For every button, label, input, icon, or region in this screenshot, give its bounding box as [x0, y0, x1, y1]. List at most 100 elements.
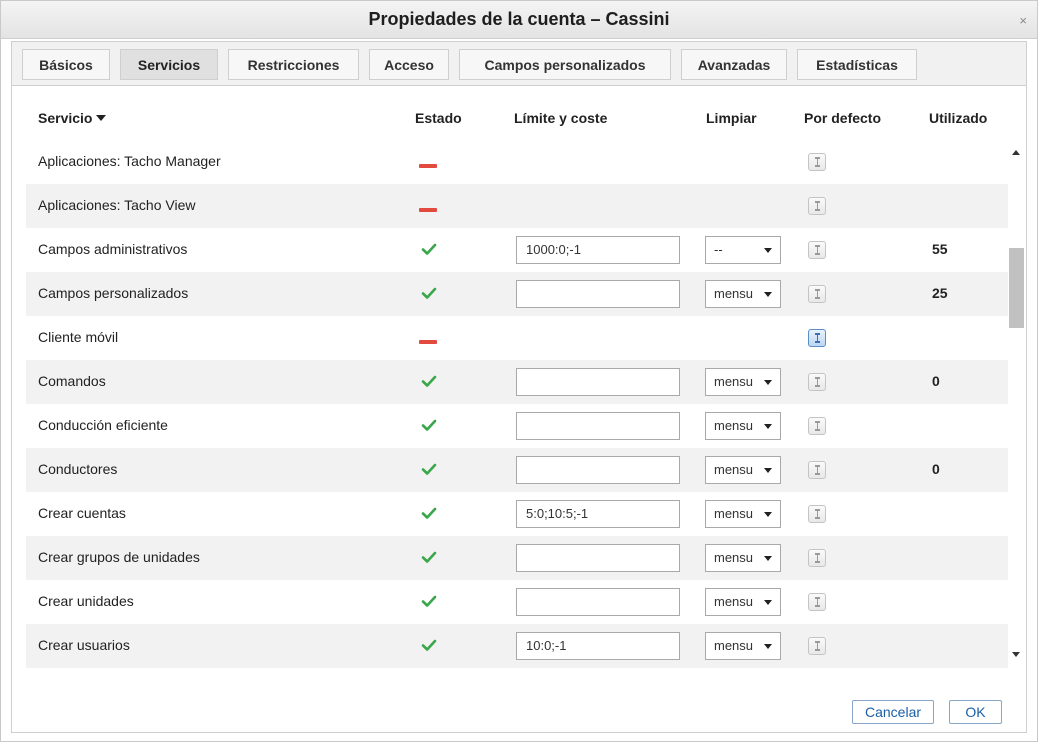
chevron-down-icon — [764, 248, 772, 253]
default-toggle-icon[interactable] — [808, 593, 826, 611]
scroll-up-icon[interactable] — [1012, 150, 1020, 155]
sort-down-icon — [96, 115, 107, 121]
tab-avanzadas[interactable]: Avanzadas — [681, 49, 787, 80]
default-toggle-icon[interactable] — [808, 637, 826, 655]
used-count: 0 — [932, 461, 940, 477]
limit-input[interactable] — [516, 368, 680, 396]
info-glyph-icon — [815, 201, 820, 211]
used-count: 0 — [932, 373, 940, 389]
used-count: 25 — [932, 285, 948, 301]
reset-select[interactable]: mensu — [705, 368, 781, 396]
tab-servicios[interactable]: Servicios — [120, 49, 218, 80]
table-row: Crear usuarios 10:0;-1 mensu — [26, 624, 1008, 668]
check-icon[interactable] — [420, 416, 438, 434]
limit-input[interactable] — [516, 544, 680, 572]
default-toggle-icon[interactable] — [808, 285, 826, 303]
reset-select[interactable]: mensu — [705, 588, 781, 616]
default-toggle-icon[interactable] — [808, 241, 826, 259]
close-icon[interactable]: × — [1019, 13, 1027, 28]
info-glyph-icon — [815, 245, 820, 255]
service-name: Crear usuarios — [38, 637, 130, 653]
reset-select-value: mensu — [714, 638, 754, 653]
check-icon[interactable] — [420, 504, 438, 522]
default-toggle-icon[interactable] — [808, 329, 826, 347]
table-row: Cliente móvil — [26, 316, 1008, 360]
reset-select[interactable]: mensu — [705, 500, 781, 528]
default-toggle-icon[interactable] — [808, 417, 826, 435]
service-name: Aplicaciones: Tacho Manager — [38, 153, 221, 169]
header-service[interactable]: Servicio — [38, 110, 107, 126]
reset-select[interactable]: mensu — [705, 632, 781, 660]
check-icon[interactable] — [420, 240, 438, 258]
service-name: Conductores — [38, 461, 118, 477]
check-icon[interactable] — [420, 372, 438, 390]
tab-acceso[interactable]: Acceso — [369, 49, 449, 80]
scroll-thumb[interactable] — [1009, 248, 1024, 328]
reset-select[interactable]: mensu — [705, 456, 781, 484]
info-glyph-icon — [815, 421, 820, 431]
header-reset: Limpiar — [706, 110, 757, 126]
table-row: Crear unidades mensu — [26, 580, 1008, 624]
table-row: Conductores mensu 0 — [26, 448, 1008, 492]
dash-icon[interactable] — [419, 208, 437, 212]
default-toggle-icon[interactable] — [808, 505, 826, 523]
services-table: Aplicaciones: Tacho Manager Aplicaciones:… — [26, 140, 1008, 669]
service-name: Conducción eficiente — [38, 417, 168, 433]
dash-icon[interactable] — [419, 340, 437, 344]
reset-select[interactable]: mensu — [705, 544, 781, 572]
default-toggle-icon[interactable] — [808, 461, 826, 479]
limit-input[interactable] — [516, 588, 680, 616]
tab-restricciones[interactable]: Restricciones — [228, 49, 359, 80]
dialog-titlebar[interactable]: Propiedades de la cuenta – Cassini × — [1, 1, 1037, 39]
chevron-down-icon — [764, 380, 772, 385]
services-panel: Servicio Estado Límite y coste Limpiar P… — [11, 85, 1027, 733]
limit-input[interactable] — [516, 412, 680, 440]
service-name: Cliente móvil — [38, 329, 119, 345]
reset-select-value: mensu — [714, 462, 754, 477]
default-toggle-icon[interactable] — [808, 197, 826, 215]
check-icon[interactable] — [420, 592, 438, 610]
reset-select-value: -- — [714, 242, 723, 257]
default-toggle-icon[interactable] — [808, 549, 826, 567]
table-row: Campos personalizados mensu 25 — [26, 272, 1008, 316]
chevron-down-icon — [764, 512, 772, 517]
table-row: Comandos mensu 0 — [26, 360, 1008, 404]
reset-select-value: mensu — [714, 594, 754, 609]
limit-input[interactable]: 10:0;-1 — [516, 632, 680, 660]
info-glyph-icon — [815, 597, 820, 607]
table-row: Crear cuentas 5:0;10:5;-1 mensu — [26, 492, 1008, 536]
default-toggle-icon[interactable] — [808, 373, 826, 391]
check-icon[interactable] — [420, 460, 438, 478]
service-name: Crear cuentas — [38, 505, 126, 521]
reset-select[interactable]: mensu — [705, 412, 781, 440]
check-icon[interactable] — [420, 636, 438, 654]
reset-select-value: mensu — [714, 550, 754, 565]
check-icon[interactable] — [420, 548, 438, 566]
chevron-down-icon — [764, 556, 772, 561]
limit-input[interactable] — [516, 280, 680, 308]
tab-estadisticas[interactable]: Estadísticas — [797, 49, 917, 80]
limit-input[interactable]: 5:0;10:5;-1 — [516, 500, 680, 528]
reset-select[interactable]: -- — [705, 236, 781, 264]
check-icon[interactable] — [420, 284, 438, 302]
table-row: Aplicaciones: Tacho Manager — [26, 140, 1008, 184]
default-toggle-icon[interactable] — [808, 153, 826, 171]
header-limit: Límite y coste — [514, 110, 608, 126]
dash-icon[interactable] — [419, 164, 437, 168]
scroll-down-icon[interactable] — [1012, 652, 1020, 657]
cancel-button[interactable]: Cancelar — [852, 700, 934, 724]
reset-select[interactable]: mensu — [705, 280, 781, 308]
tab-basicos[interactable]: Básicos — [22, 49, 110, 80]
chevron-down-icon — [764, 644, 772, 649]
vertical-scrollbar[interactable] — [1008, 144, 1026, 665]
table-row: Conducción eficiente mensu — [26, 404, 1008, 448]
info-glyph-icon — [815, 465, 820, 475]
limit-input[interactable] — [516, 456, 680, 484]
ok-button[interactable]: OK — [949, 700, 1002, 724]
reset-select-value: mensu — [714, 418, 754, 433]
limit-input[interactable]: 1000:0;-1 — [516, 236, 680, 264]
service-name: Comandos — [38, 373, 106, 389]
tab-campos-personalizados[interactable]: Campos personalizados — [459, 49, 671, 80]
service-name: Crear grupos de unidades — [38, 549, 200, 565]
header-used: Utilizado — [929, 110, 988, 126]
